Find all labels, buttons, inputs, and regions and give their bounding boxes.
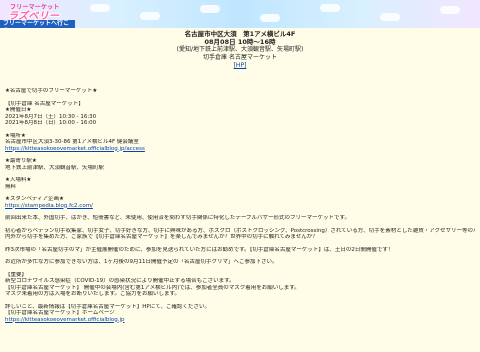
event-header: 名古屋市中区大須 第1アメ横ビル4F 08月08日 10時〜16時 (愛知/地下… (0, 30, 480, 70)
cloud-decoration (200, 5, 220, 13)
event-title: 名古屋市中区大須 第1アメ横ビル4F (184, 30, 296, 38)
page: フリーマーケット ラズベリー フリーマーケットへ行こう！ 名古屋市中区大須 第1… (0, 0, 480, 352)
cloud-decoration (320, 4, 340, 12)
cloud-decoration (90, 4, 110, 12)
site-banner: フリーマーケット ラズベリー フリーマーケットへ行こう！ (0, 0, 480, 35)
stampedia-link[interactable]: https://stampedia.blog.fc2.com/ (5, 203, 93, 209)
hp-link[interactable]: [HP] (234, 62, 247, 69)
event-description: ★名古屋で切手のフリーマーケット★ 【切手倉庫 名古屋マーケット】 ★開催日★ … (5, 88, 475, 323)
access-link[interactable]: https://kitteasokoeovemarket.officialblo… (5, 146, 145, 152)
site-tagline[interactable]: フリーマーケットへ行こう！ (0, 20, 75, 35)
event-organizer: 切手倉庫 名古屋マーケット (203, 54, 277, 61)
cloud-decoration (440, 6, 460, 14)
event-datetime: 08月08日 10時〜16時 (204, 38, 276, 46)
homepage-link[interactable]: https://kitteasokoeovemarket.officialblo… (5, 317, 125, 323)
cloud-decoration (380, 13, 400, 21)
cloud-decoration (140, 12, 160, 20)
event-access: (愛知/地下鉄上前津駅、大須観音駅、矢場町駅) (176, 46, 304, 53)
cloud-decoration (260, 14, 280, 22)
